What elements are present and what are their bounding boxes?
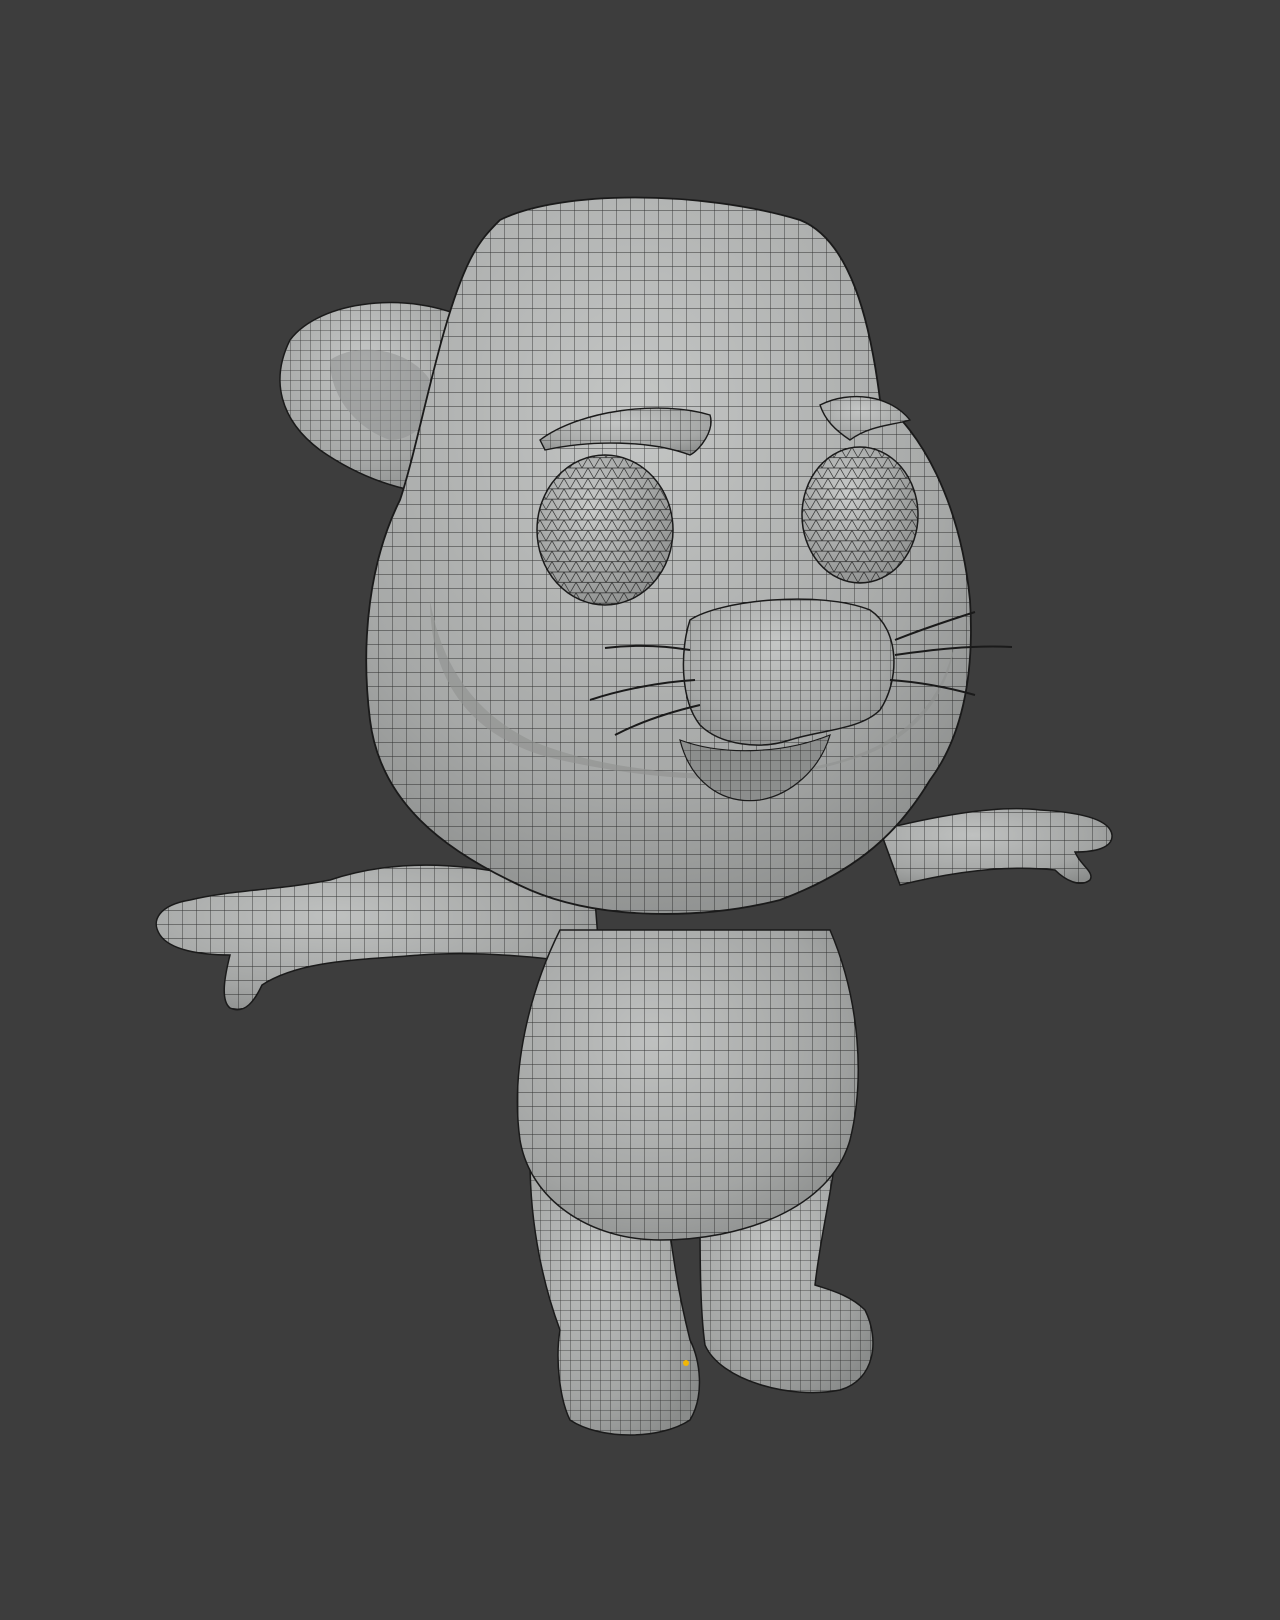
mesh-model[interactable] bbox=[155, 196, 1113, 1436]
right-arm-mesh bbox=[879, 807, 1113, 886]
eye-right-mesh bbox=[801, 446, 919, 584]
selected-vertex[interactable] bbox=[683, 1360, 689, 1366]
torso-mesh bbox=[516, 929, 859, 1241]
3d-viewport[interactable] bbox=[0, 0, 1280, 1620]
viewport-canvas[interactable] bbox=[0, 0, 1280, 1620]
eye-left-mesh bbox=[536, 454, 674, 606]
